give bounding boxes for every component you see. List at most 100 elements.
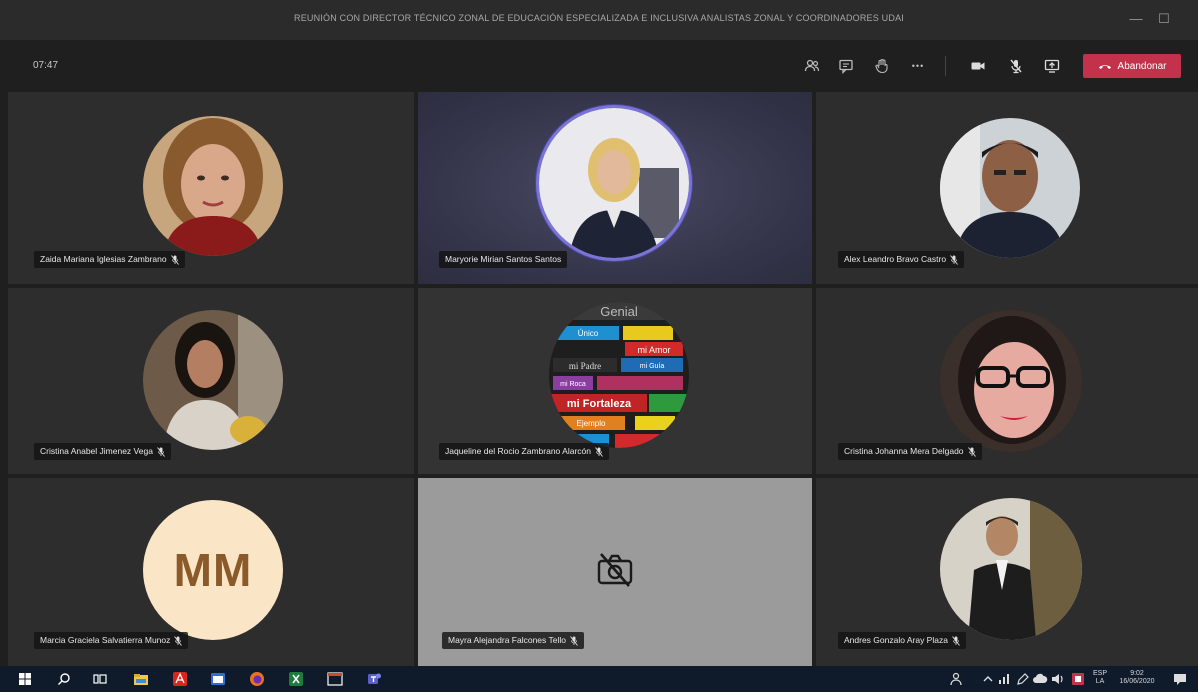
hand-icon (875, 58, 888, 74)
participant-name-tag: Alex Leandro Bravo Castro (838, 251, 965, 268)
chat-icon (839, 59, 853, 74)
participant-tile[interactable]: Cristina Johanna Mera Delgado (816, 288, 1198, 474)
participant-tile[interactable]: Genial Único mi Amor mi Padre mi Guía mi… (418, 288, 812, 474)
participant-name: Andres Gonzalo Aray Plaza (844, 635, 948, 645)
microphone-off-icon (157, 446, 165, 457)
share-screen-icon (1044, 59, 1060, 73)
toolbar-divider (945, 56, 946, 76)
participant-tile[interactable]: Zaida Mariana Iglesias Zambrano (8, 92, 414, 284)
cloud-icon[interactable] (1032, 671, 1048, 687)
participant-name: Maryorie Mirian Santos Santos (445, 254, 562, 264)
windows-taskbar: ESP LA 9:02 16/06/2020 (0, 666, 1198, 692)
language-layout: LA (1095, 678, 1105, 685)
clock-date: 16/06/2020 (1119, 678, 1155, 685)
participant-name: Mayra Alejandra Falcones Tello (448, 635, 566, 645)
participant-photo (940, 498, 1082, 640)
participant-name-tag: Mayra Alejandra Falcones Tello (442, 632, 584, 649)
participant-name-tag: Maryorie Mirian Santos Santos (439, 251, 568, 268)
microphone-off-icon (967, 446, 976, 457)
participant-tile-camera-off[interactable]: Mayra Alejandra Falcones Tello (418, 478, 812, 666)
search-icon[interactable] (56, 671, 72, 687)
microphone-off-icon (570, 635, 578, 646)
camera-button[interactable] (966, 54, 990, 78)
participant-name: Cristina Johanna Mera Delgado (844, 446, 964, 456)
meeting-title: REUNIÓN CON DIRECTOR TÉCNICO ZONAL DE ED… (294, 13, 904, 23)
participants-button[interactable] (800, 54, 824, 78)
windows-start-icon[interactable] (17, 671, 33, 687)
microphone-off-icon (170, 254, 179, 265)
hang-up-icon (1098, 65, 1111, 69)
collage-word: mi Roca (560, 381, 586, 388)
collage-word: mi Guía (640, 363, 665, 370)
meeting-toolbar: 07:47 ••• Abandonar (0, 40, 1198, 92)
minimize-button[interactable]: — (1126, 10, 1146, 28)
participant-photo (940, 118, 1080, 258)
chevron-up-icon[interactable] (980, 671, 996, 687)
participant-name: Alex Leandro Bravo Castro (844, 254, 947, 264)
microphone-off-icon (950, 254, 958, 265)
people-tray-icon[interactable] (948, 671, 964, 687)
participant-tile-speaking[interactable]: Maryorie Mirian Santos Santos (418, 92, 812, 284)
collage-word: Genial (600, 304, 638, 319)
more-actions-button[interactable]: ••• (906, 54, 930, 78)
participant-name: Marcia Graciela Salvatierra Munoz (40, 635, 171, 645)
teams-icon[interactable] (366, 671, 382, 687)
video-camera-icon (971, 62, 985, 70)
participant-photo (539, 108, 689, 258)
participant-name-tag: Jaqueline del Rocio Zambrano Alarcón (439, 443, 610, 460)
participant-tile[interactable]: Andres Gonzalo Aray Plaza (816, 478, 1198, 666)
firefox-icon[interactable] (249, 671, 265, 687)
speaker-icon[interactable] (1050, 671, 1066, 687)
teams-window: REUNIÓN CON DIRECTOR TÉCNICO ZONAL DE ED… (0, 0, 1198, 692)
participant-photo (143, 310, 283, 450)
window-app-icon[interactable] (327, 671, 343, 687)
people-icon (804, 59, 820, 72)
participant-tile[interactable]: MM Marcia Graciela Salvatierra Munoz (8, 478, 414, 666)
leave-label: Abandonar (1117, 60, 1167, 72)
collage-word: mi Padre (569, 361, 601, 371)
title-bar: REUNIÓN CON DIRECTOR TÉCNICO ZONAL DE ED… (0, 0, 1198, 40)
mute-button[interactable] (1004, 54, 1028, 78)
notification-app-icon[interactable] (1070, 671, 1086, 687)
clock[interactable]: 9:02 16/06/2020 (1116, 670, 1158, 686)
leave-button[interactable]: Abandonar (1083, 54, 1181, 78)
language-code: ESP (1092, 670, 1107, 677)
participant-name-tag: Andres Gonzalo Aray Plaza (838, 632, 966, 649)
language-indicator[interactable]: ESP LA (1088, 670, 1112, 686)
share-screen-button[interactable] (1040, 54, 1064, 78)
excel-icon[interactable] (288, 671, 304, 687)
participant-name: Zaida Mariana Iglesias Zambrano (40, 254, 167, 264)
participant-name: Jaqueline del Rocio Zambrano Alarcón (445, 446, 592, 456)
participant-photo (143, 116, 283, 256)
clock-time: 9:02 (1130, 670, 1144, 677)
microphone-off-icon (595, 446, 603, 457)
microphone-off-icon (952, 635, 960, 646)
participant-name-tag: Cristina Anabel Jimenez Vega (34, 443, 171, 460)
participant-tile[interactable]: Alex Leandro Bravo Castro (816, 92, 1198, 284)
file-explorer-icon[interactable] (133, 671, 149, 687)
participant-name-tag: Zaida Mariana Iglesias Zambrano (34, 251, 185, 268)
chat-button[interactable] (834, 54, 858, 78)
network-icon[interactable] (996, 671, 1012, 687)
action-center-icon[interactable] (1172, 671, 1188, 687)
camera-off-icon (597, 553, 633, 587)
participant-name: Cristina Anabel Jimenez Vega (40, 446, 153, 456)
collage-word: mi Amor (637, 345, 670, 355)
meeting-timer: 07:47 (33, 60, 59, 71)
participant-name-tag: Cristina Johanna Mera Delgado (838, 443, 982, 460)
participant-tile[interactable]: Cristina Anabel Jimenez Vega (8, 288, 414, 474)
collage-word: Ejemplo (577, 419, 606, 428)
participant-name-tag: Marcia Graciela Salvatierra Munoz (34, 632, 189, 649)
pen-icon[interactable] (1014, 671, 1030, 687)
maximize-button[interactable]: ☐ (1154, 10, 1174, 28)
collage-word: Único (578, 329, 599, 338)
participant-photo (940, 310, 1082, 452)
microphone-off-icon (174, 635, 183, 646)
acrobat-icon[interactable] (172, 671, 188, 687)
participant-photo-collage: Genial Único mi Amor mi Padre mi Guía mi… (549, 302, 689, 448)
raise-hand-button[interactable] (870, 54, 894, 78)
task-view-icon[interactable] (92, 671, 108, 687)
collage-word: mi Fortaleza (567, 398, 632, 410)
app-icon[interactable] (210, 671, 226, 687)
microphone-off-icon (1010, 59, 1022, 74)
